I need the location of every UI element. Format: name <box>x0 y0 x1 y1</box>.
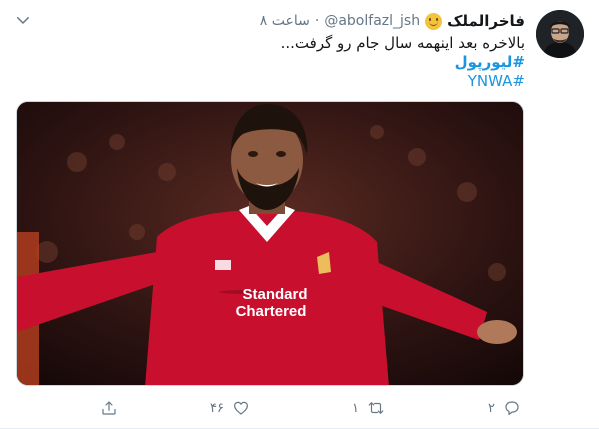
tweet-media-photo[interactable]: Standard Chartered <box>16 101 524 386</box>
share-button[interactable] <box>100 396 118 420</box>
retweet-button[interactable]: ۱ <box>352 396 385 420</box>
like-button[interactable]: ۴۶ <box>210 396 250 420</box>
like-count: ۴۶ <box>210 400 224 416</box>
timestamp[interactable]: ۸ ساعت <box>260 13 310 29</box>
hashtag-liverpool[interactable]: #لیورپول <box>45 53 525 72</box>
comment-bubble-icon <box>505 401 519 415</box>
sponsor-line-1: Standard <box>242 286 307 303</box>
retweet-count: ۱ <box>352 400 359 416</box>
separator-dot: · <box>314 13 320 29</box>
display-name[interactable]: فاخرالملک <box>447 12 525 30</box>
reply-button[interactable]: ۲ <box>488 396 521 420</box>
sponsor-line-2: Chartered <box>236 303 307 320</box>
slightly-smiling-face-icon <box>425 12 443 30</box>
share-icon <box>102 401 116 415</box>
tweet-text: بالاخره بعد اینهمه سال جام رو گرفت... #ل… <box>45 34 525 91</box>
handle[interactable]: @abolfazl_jsh <box>324 13 420 29</box>
tweet-header: فاخرالملک @abolfazl_jsh · ۸ ساعت <box>260 10 525 32</box>
chevron-down-icon[interactable] <box>14 11 32 29</box>
tweet-card[interactable]: فاخرالملک @abolfazl_jsh · ۸ ساعت بالاخره… <box>0 0 599 429</box>
avatar[interactable] <box>536 10 584 58</box>
hashtag-ynwa[interactable]: #YNWA <box>45 72 525 91</box>
tweet-text-line: بالاخره بعد اینهمه سال جام رو گرفت... <box>280 34 525 52</box>
player-celebration-image: Standard Chartered <box>17 102 523 385</box>
heart-icon <box>233 401 248 415</box>
reply-count: ۲ <box>488 400 495 416</box>
tweet-actions-bar: ۲ ۱ ۴۶ <box>0 396 599 420</box>
retweet-icon <box>368 402 384 414</box>
